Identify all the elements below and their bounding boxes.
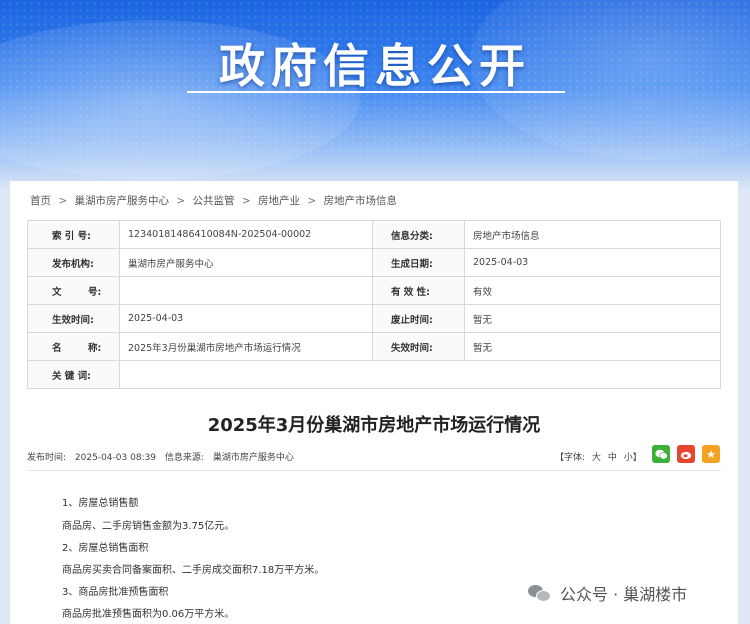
- banner-title: 政府信息公开: [219, 39, 531, 93]
- font-medium-button[interactable]: 中: [608, 453, 617, 463]
- banner-underline: [187, 91, 565, 93]
- content-card: 首页 > 巢湖市房产服务中心 > 公共监管 > 房地产业 > 房地产市场信息 索…: [10, 181, 738, 624]
- weibo-icon: [680, 451, 691, 459]
- font-small-button[interactable]: 小】: [624, 453, 642, 463]
- validity-label: 有 效 性:: [372, 276, 465, 305]
- favorite-button[interactable]: ★: [702, 445, 720, 463]
- abolish-value: 暂无: [464, 304, 721, 333]
- table-row: 文 号: 有 效 性: 有效: [27, 276, 721, 305]
- breadcrumb: 首页 > 巢湖市房产服务中心 > 公共监管 > 房地产业 > 房地产市场信息: [30, 193, 401, 208]
- breadcrumb-real-estate[interactable]: 房地产业: [258, 195, 300, 207]
- effective-value: 2025-04-03: [119, 304, 373, 333]
- publish-time-label: 发布时间:: [27, 453, 67, 463]
- table-row: 名 称: 2025年3月份巢湖市房地产市场运行情况 失效时间: 暂无: [27, 332, 721, 361]
- table-row: 索 引 号: 12340181486410084N-202504-00002 信…: [27, 220, 721, 249]
- metadata-table: 索 引 号: 12340181486410084N-202504-00002 信…: [27, 220, 721, 389]
- breadcrumb-separator: >: [307, 195, 317, 207]
- breadcrumb-supervision[interactable]: 公共监管: [193, 195, 235, 207]
- breadcrumb-center[interactable]: 巢湖市房产服务中心: [75, 195, 170, 207]
- paragraph: 商品房批准预售面积为0.06万平方米。: [62, 609, 235, 620]
- paragraph: 2、房屋总销售面积: [62, 543, 149, 554]
- table-row: 生效时间: 2025-04-03 废止时间: 暂无: [27, 304, 721, 333]
- breadcrumb-market-info[interactable]: 房地产市场信息: [324, 195, 398, 207]
- publisher-label: 发布机构:: [27, 248, 120, 277]
- paragraph: 商品房、二手房销售金额为3.75亿元。: [62, 521, 235, 532]
- effective-label: 生效时间:: [27, 304, 120, 333]
- docno-label: 文 号:: [27, 276, 120, 305]
- name-label: 名 称:: [27, 332, 120, 361]
- index-label: 索 引 号:: [27, 220, 120, 249]
- weibo-share-button[interactable]: [677, 445, 695, 463]
- divider: [27, 470, 721, 471]
- article-info: 发布时间: 2025-04-03 08:39 信息来源: 巢湖市房产服务中心: [27, 450, 300, 463]
- star-icon: ★: [706, 447, 716, 461]
- watermark: 公众号 · 巢湖楼市: [528, 581, 687, 605]
- paragraph: 1、房屋总销售额: [62, 498, 139, 509]
- font-size-control: 【字体: 大 中 小】: [555, 450, 646, 463]
- banner: 政府信息公开: [0, 0, 750, 190]
- name-value: 2025年3月份巢湖市房地产市场运行情况: [119, 332, 373, 361]
- article-title: 2025年3月份巢湖市房地产市场运行情况: [207, 415, 541, 436]
- invalid-label: 失效时间:: [372, 332, 465, 361]
- wechat-icon: [654, 449, 668, 459]
- source-value: 巢湖市房产服务中心: [212, 453, 294, 463]
- publish-time-value: 2025-04-03 08:39: [74, 453, 157, 463]
- source-label: 信息来源:: [164, 453, 204, 463]
- table-row: 关 键 词:: [27, 360, 721, 389]
- breadcrumb-separator: >: [176, 195, 186, 207]
- index-value: 12340181486410084N-202504-00002: [119, 220, 373, 249]
- generated-label: 生成日期:: [372, 248, 465, 277]
- docno-value: [119, 276, 373, 305]
- watermark-text: 公众号 · 巢湖楼市: [560, 585, 688, 604]
- validity-value: 有效: [464, 276, 721, 305]
- breadcrumb-separator: >: [241, 195, 251, 207]
- abolish-label: 废止时间:: [372, 304, 465, 333]
- breadcrumb-home[interactable]: 首页: [30, 195, 51, 207]
- category-label: 信息分类:: [372, 220, 465, 249]
- category-value: 房地产市场信息: [464, 220, 721, 249]
- paragraph: 3、商品房批准预售面积: [62, 587, 169, 598]
- wechat-logo-icon: [528, 583, 552, 603]
- invalid-value: 暂无: [464, 332, 721, 361]
- table-row: 发布机构: 巢湖市房产服务中心 生成日期: 2025-04-03: [27, 248, 721, 277]
- publisher-value: 巢湖市房产服务中心: [119, 248, 373, 277]
- wechat-share-button[interactable]: [652, 445, 670, 463]
- keywords-value: [119, 360, 721, 389]
- font-size-label: 【字体:: [555, 453, 586, 463]
- font-large-button[interactable]: 大: [592, 453, 601, 463]
- paragraph: 商品房买卖合同备案面积、二手房成交面积7.18万平方米。: [62, 565, 325, 576]
- generated-value: 2025-04-03: [464, 248, 721, 277]
- keywords-label: 关 键 词:: [27, 360, 120, 389]
- breadcrumb-separator: >: [58, 195, 68, 207]
